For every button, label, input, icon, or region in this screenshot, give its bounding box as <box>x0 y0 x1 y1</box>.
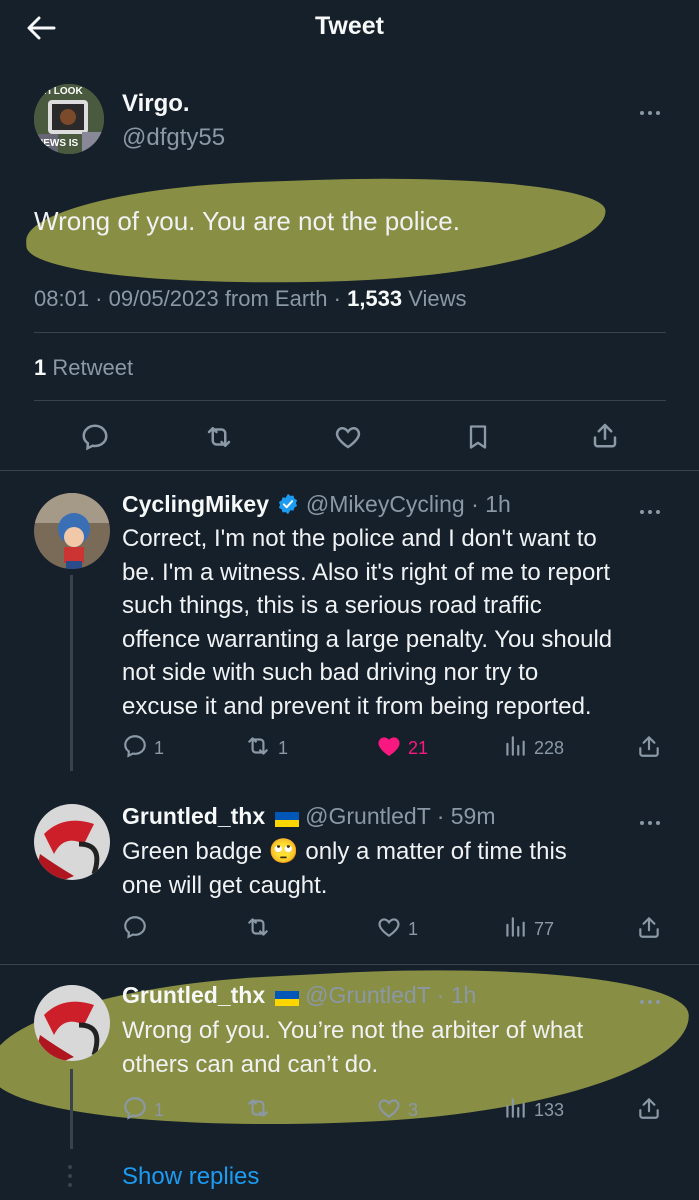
handle[interactable]: @dfgty55 <box>122 124 225 152</box>
retweet-icon <box>244 1095 272 1126</box>
ukraine-flag-icon <box>275 812 300 828</box>
display-name[interactable]: Virgo. <box>122 90 190 118</box>
more-icon[interactable] <box>640 812 666 825</box>
reply-header: CyclingMikey @MikeyCycling · 1h <box>122 491 511 520</box>
handle[interactable]: @GruntledT · 1h <box>305 982 476 1008</box>
divider <box>34 400 666 401</box>
handle[interactable]: @GruntledT · 59m <box>305 803 495 829</box>
tweet-text: Correct, I'm not the police and I don't … <box>122 525 613 720</box>
reply-icon <box>122 914 148 945</box>
share-icon[interactable] <box>590 420 620 455</box>
views-icon <box>502 914 528 945</box>
share-button[interactable] <box>636 914 662 945</box>
like-icon <box>376 1095 402 1126</box>
like-icon <box>376 733 402 764</box>
divider <box>34 332 666 333</box>
views-button[interactable]: 133 <box>502 1095 564 1126</box>
tweet-meta: 08:01 · 09/05/2023 from Earth · 1,533 Vi… <box>34 286 467 312</box>
reply-icon[interactable] <box>80 422 110 457</box>
retweets-label: Retweet <box>46 355 134 380</box>
views-icon <box>502 1095 528 1126</box>
avatar-text-top: OH LOOK <box>36 86 83 97</box>
views-count: 1,533 <box>347 286 403 311</box>
views-label: Views <box>402 286 467 311</box>
main-tweet: OH LOOK NEWS IS Virgo. @dfgty55 Wrong of… <box>0 0 699 470</box>
avatar[interactable] <box>34 985 110 1061</box>
tweet-timestamp: 08:01 · 09/05/2023 from Earth · <box>34 286 348 311</box>
reply-button[interactable] <box>122 914 154 945</box>
display-name[interactable]: Gruntled_thx <box>122 803 265 829</box>
like-button[interactable]: 1 <box>376 914 418 945</box>
like-count: 3 <box>408 1100 419 1120</box>
reply-header: Gruntled_thx @GruntledT · 1h <box>122 982 476 1009</box>
like-button[interactable]: 3 <box>376 1095 418 1126</box>
like-count: 1 <box>408 919 419 939</box>
reply-tweet[interactable]: CyclingMikey @MikeyCycling · 1h Correct,… <box>0 471 699 791</box>
view-count: 77 <box>534 919 555 939</box>
reply-count: 1 <box>154 738 165 758</box>
like-icon[interactable] <box>333 422 363 457</box>
tweet-text-start: Green badge <box>122 838 269 865</box>
views-button[interactable]: 228 <box>502 733 564 764</box>
share-icon <box>636 733 662 764</box>
reply-button[interactable]: 1 <box>122 733 164 764</box>
more-icon[interactable] <box>640 102 666 115</box>
reply-count: 1 <box>154 1100 165 1120</box>
reply-button[interactable]: 1 <box>122 1095 164 1126</box>
retweets-count: 1 <box>34 355 47 380</box>
retweet-count: 1 <box>278 738 289 758</box>
avatar-text-bottom: NEWS IS <box>36 138 79 149</box>
thread-dots <box>68 1165 72 1187</box>
reply-tweet[interactable]: Gruntled_thx @GruntledT · 59m Green badge… <box>0 790 699 960</box>
retweet-button[interactable] <box>244 1095 278 1126</box>
display-name[interactable]: Gruntled_thx <box>122 982 265 1008</box>
more-icon[interactable] <box>640 991 666 1004</box>
avatar[interactable] <box>34 493 110 569</box>
view-count: 133 <box>534 1100 565 1120</box>
tweet-text: Wrong of you. You’re not the arbiter of … <box>122 1017 584 1078</box>
verified-badge-icon <box>277 493 299 520</box>
retweet-stats[interactable]: 1 Retweet <box>34 355 133 381</box>
handle[interactable]: @MikeyCycling · 1h <box>306 491 511 517</box>
reply-icon <box>122 733 148 764</box>
retweet-button[interactable] <box>244 914 278 945</box>
views-icon <box>502 733 528 764</box>
tweet-text: Green badge 🙄 only a matter of time this… <box>122 835 682 902</box>
like-button[interactable]: 21 <box>376 733 428 764</box>
thread-line <box>70 1069 73 1149</box>
show-replies-link[interactable]: Show replies <box>122 1163 259 1191</box>
avatar[interactable]: OH LOOK NEWS IS <box>34 84 104 154</box>
ukraine-flag-icon <box>275 991 300 1007</box>
retweet-icon[interactable] <box>203 422 235 457</box>
retweet-icon <box>244 914 272 945</box>
reply-header: Gruntled_thx @GruntledT · 59m <box>122 803 496 830</box>
tweet-text: Wrong of you. You are not the police. <box>34 206 460 236</box>
bookmark-icon[interactable] <box>464 422 492 457</box>
retweet-button[interactable]: 1 <box>244 733 288 764</box>
display-name[interactable]: CyclingMikey <box>122 491 269 517</box>
thread-line <box>70 575 73 771</box>
share-icon <box>636 1095 662 1126</box>
share-button[interactable] <box>636 1095 662 1126</box>
more-icon[interactable] <box>640 501 666 514</box>
view-count: 228 <box>534 738 565 758</box>
like-count: 21 <box>408 738 429 758</box>
retweet-icon <box>244 733 272 764</box>
share-icon <box>636 914 662 945</box>
reply-tweet[interactable]: Gruntled_thx @GruntledT · 1h Wrong of you… <box>0 954 699 1200</box>
avatar[interactable] <box>34 804 110 880</box>
views-button[interactable]: 77 <box>502 914 554 945</box>
reply-icon <box>122 1095 148 1126</box>
like-icon <box>376 914 402 945</box>
eye-roll-emoji: 🙄 <box>268 838 299 865</box>
share-button[interactable] <box>636 733 662 764</box>
